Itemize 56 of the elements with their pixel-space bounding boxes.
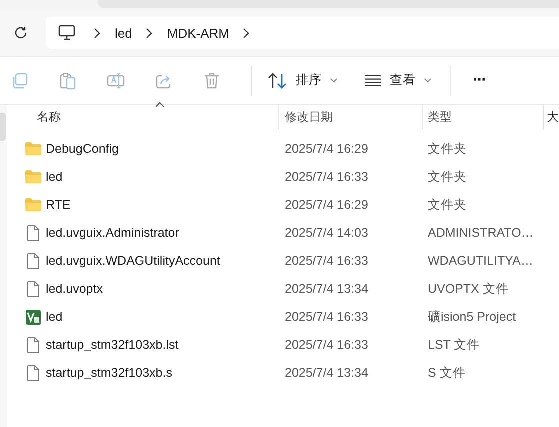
file-type: S 文件 xyxy=(427,364,467,382)
file-icon xyxy=(25,336,42,354)
dropdown-caret-icon xyxy=(424,78,432,83)
file-name[interactable]: led.uvguix.WDAGUtilityAccount xyxy=(46,254,220,268)
file-type: 文件夹 xyxy=(427,140,468,158)
refresh-icon[interactable] xyxy=(14,26,28,40)
breadcrumb-segment[interactable]: led xyxy=(115,26,132,40)
file-type: UVOPTX 文件 xyxy=(427,280,510,298)
modified-date: 2025/7/4 14:03 xyxy=(284,226,370,240)
folder-icon xyxy=(25,170,42,184)
more-button[interactable]: ··· xyxy=(465,68,494,94)
modified-date: 2025/7/4 16:33 xyxy=(284,338,370,352)
chevron-icon[interactable] xyxy=(146,28,154,38)
file-name[interactable]: startup_stm32f103xb.s xyxy=(46,366,172,380)
file-icon xyxy=(25,280,42,298)
list-view-icon xyxy=(364,74,382,86)
breadcrumb-segment[interactable]: MDK-ARM xyxy=(167,26,230,40)
sort-icon xyxy=(268,72,288,88)
file-type: 文件夹 xyxy=(427,196,468,214)
file-type: WDAGUTILITYA… xyxy=(427,254,534,268)
chevron-icon[interactable] xyxy=(243,28,250,38)
modified-date: 2025/7/4 16:33 xyxy=(284,254,370,268)
file-name[interactable]: led.uvoptx xyxy=(46,282,103,296)
computer-icon[interactable] xyxy=(58,25,76,41)
file-name[interactable]: RTE xyxy=(46,198,71,212)
file-type: LST 文件 xyxy=(427,336,482,354)
view-button[interactable]: 查看 xyxy=(356,66,440,95)
file-name[interactable]: led xyxy=(46,170,63,184)
file-icon xyxy=(25,224,42,242)
file-name[interactable]: startup_stm32f103xb.lst xyxy=(46,338,179,352)
file-type: 礦ision5 Project xyxy=(427,308,518,326)
file-type: 文件夹 xyxy=(427,168,468,186)
file-name[interactable]: led xyxy=(46,310,63,324)
modified-date: 2025/7/4 16:33 xyxy=(284,170,370,184)
file-icon xyxy=(25,364,42,382)
project-icon xyxy=(25,310,42,324)
column-header[interactable]: 类型 xyxy=(428,109,452,126)
modified-date: 2025/7/4 16:29 xyxy=(284,142,370,156)
column-header[interactable]: 大 xyxy=(547,109,559,126)
scrollbar[interactable] xyxy=(0,113,6,141)
dropdown-caret-icon xyxy=(330,78,338,83)
file-type: ADMINISTRATO… xyxy=(427,226,535,240)
modified-date: 2025/7/4 13:34 xyxy=(284,366,370,380)
sort-button[interactable]: 排序 xyxy=(260,66,346,95)
folder-icon xyxy=(25,142,42,156)
chevron-icon[interactable] xyxy=(94,28,101,38)
column-header[interactable]: 名称 xyxy=(37,109,61,126)
file-name[interactable]: DebugConfig xyxy=(46,142,119,156)
modified-date: 2025/7/4 13:34 xyxy=(284,282,370,296)
modified-date: 2025/7/4 16:33 xyxy=(284,310,370,324)
file-name[interactable]: led.uvguix.Administrator xyxy=(46,226,180,240)
address-bar[interactable]: led MDK-ARM xyxy=(46,17,559,49)
file-icon xyxy=(25,252,42,270)
modified-date: 2025/7/4 16:29 xyxy=(284,198,370,212)
folder-icon xyxy=(25,198,42,212)
column-header[interactable]: 修改日期 xyxy=(285,109,333,126)
